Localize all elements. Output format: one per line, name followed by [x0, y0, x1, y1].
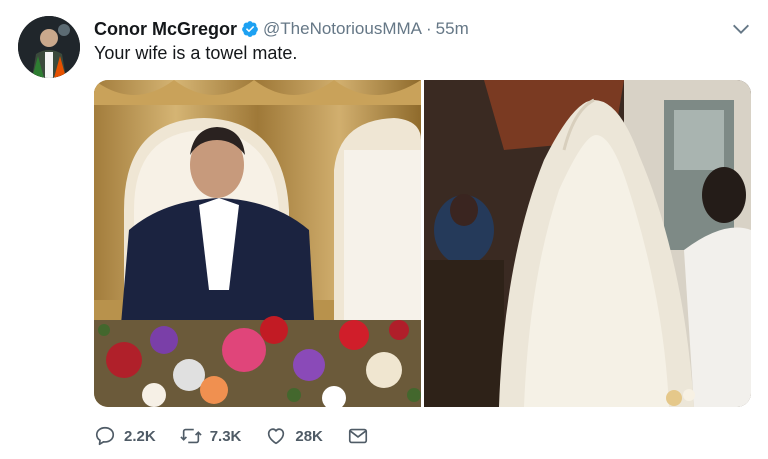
tweet-media[interactable] [94, 80, 751, 407]
retweet-count: 7.3K [209, 427, 242, 445]
like-button[interactable]: 28K [265, 425, 323, 447]
media-photo-bride[interactable] [424, 80, 751, 407]
author-name[interactable]: Conor McGregor [94, 19, 237, 40]
avatar-image [18, 16, 80, 78]
author-handle[interactable]: @TheNotoriousMMA [263, 19, 422, 39]
chevron-down-icon[interactable] [730, 18, 752, 40]
tweet-text: Your wife is a towel mate. [94, 43, 298, 63]
separator-dot: · [425, 19, 432, 38]
tweet-actions: 2.2K 7.3K 28K [94, 420, 393, 452]
reply-count: 2.2K [124, 427, 156, 445]
avatar[interactable] [18, 16, 80, 78]
tweet-card: Conor McGregor @TheNotoriousMMA · 55m Yo… [0, 0, 768, 459]
heart-icon [268, 428, 285, 445]
like-count: 28K [295, 427, 323, 445]
reply-icon [95, 426, 115, 446]
retweet-button[interactable]: 7.3K [180, 425, 242, 447]
tweet-timestamp[interactable]: 55m [436, 19, 469, 39]
media-photo-groom[interactable] [94, 80, 421, 407]
envelope-icon [348, 428, 367, 444]
direct-message-button[interactable] [347, 425, 369, 447]
reply-button[interactable]: 2.2K [94, 425, 156, 447]
tweet-header: Conor McGregor @TheNotoriousMMA · 55m [94, 16, 469, 42]
retweet-icon [180, 428, 202, 444]
verified-badge-icon [241, 20, 259, 38]
